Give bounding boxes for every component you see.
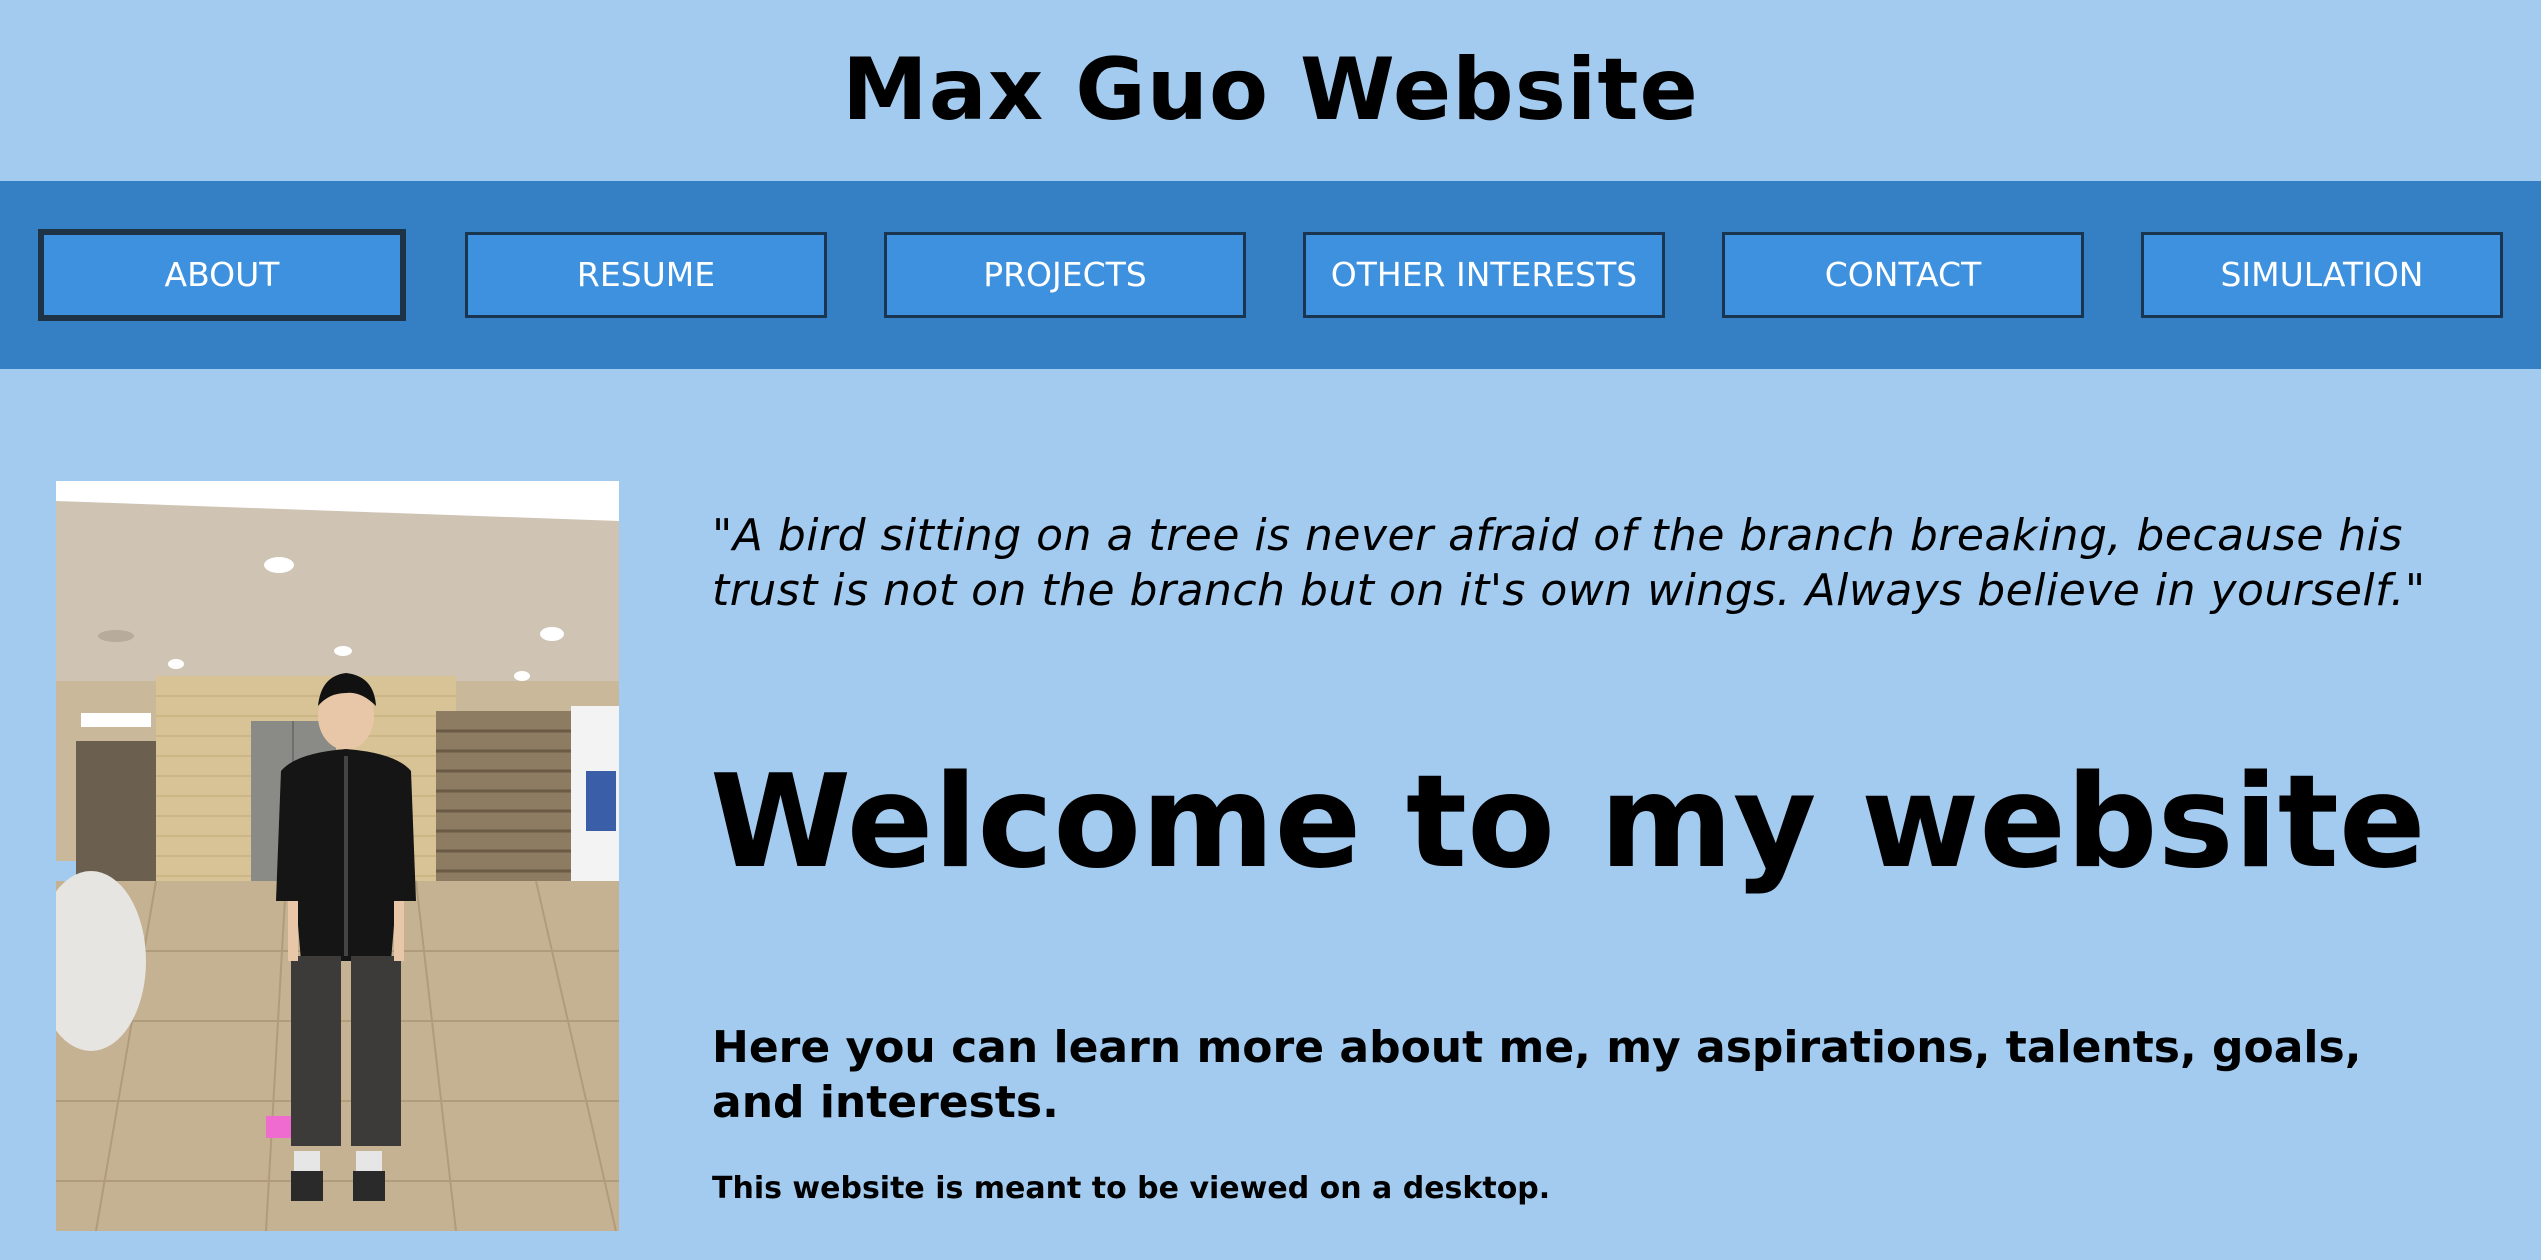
nav-about-button[interactable]: ABOUT bbox=[38, 229, 406, 321]
main-navigation: ABOUT RESUME PROJECTS OTHER INTERESTS CO… bbox=[0, 181, 2541, 369]
nav-projects-button[interactable]: PROJECTS bbox=[884, 232, 1246, 318]
nav-simulation-button[interactable]: SIMULATION bbox=[2141, 232, 2503, 318]
nav-contact-button[interactable]: CONTACT bbox=[1722, 232, 2084, 318]
welcome-heading: Welcome to my website bbox=[710, 748, 2426, 897]
inspirational-quote: "A bird sitting on a tree is never afrai… bbox=[712, 510, 2426, 616]
site-title: Max Guo Website bbox=[842, 40, 1699, 140]
profile-photo bbox=[56, 481, 619, 1231]
nav-resume-button[interactable]: RESUME bbox=[465, 232, 827, 318]
intro-text: Here you can learn more about me, my asp… bbox=[712, 1022, 2362, 1128]
desktop-note: This website is meant to be viewed on a … bbox=[712, 1171, 1551, 1206]
nav-other-interests-button[interactable]: OTHER INTERESTS bbox=[1303, 232, 1665, 318]
